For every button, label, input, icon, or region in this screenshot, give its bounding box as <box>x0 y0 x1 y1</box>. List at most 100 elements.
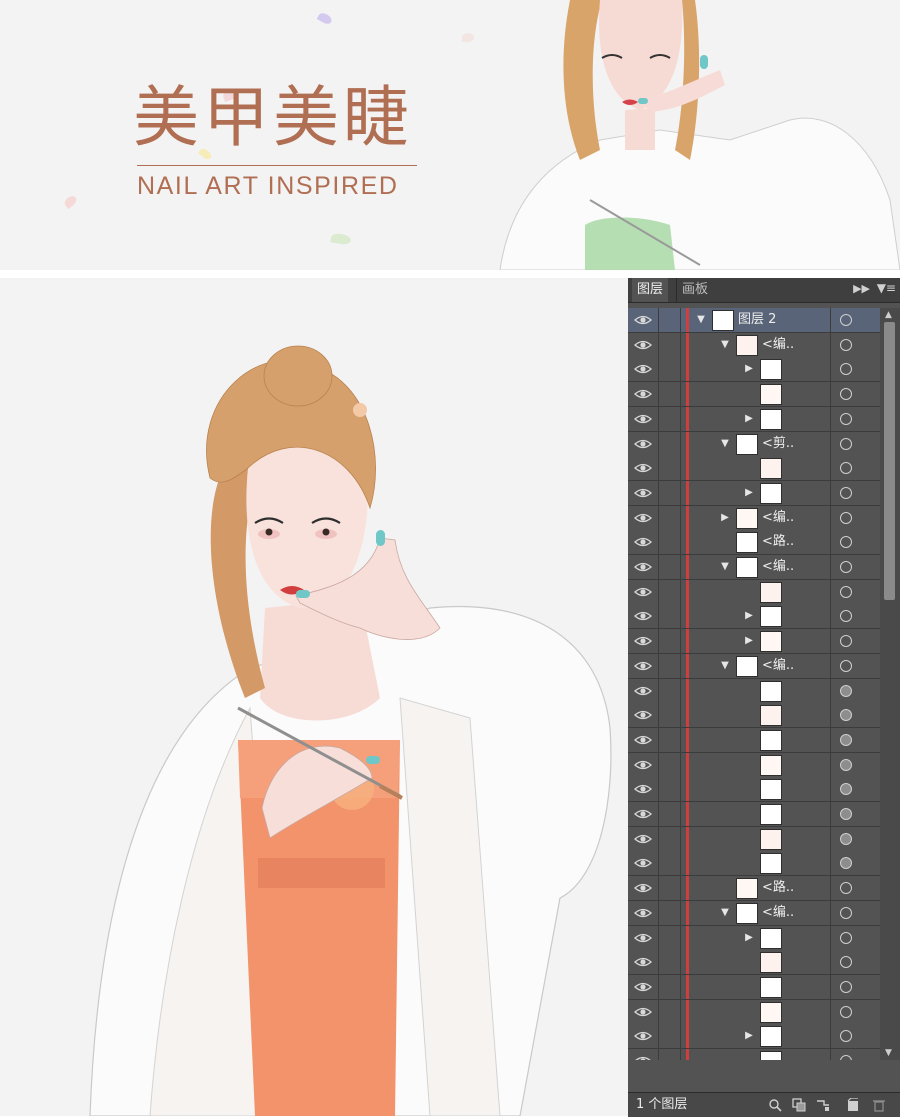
visibility-eye-icon[interactable] <box>634 511 652 525</box>
target-circle-icon[interactable] <box>840 561 852 573</box>
visibility-eye-icon[interactable] <box>634 461 652 475</box>
visibility-eye-icon[interactable] <box>634 881 652 895</box>
visibility-eye-icon[interactable] <box>634 980 652 994</box>
visibility-eye-icon[interactable] <box>634 856 652 870</box>
layer-row[interactable]: ▶ <box>628 604 880 630</box>
target-circle-icon[interactable] <box>840 412 852 425</box>
visibility-eye-icon[interactable] <box>634 807 652 821</box>
layer-row[interactable] <box>628 579 880 605</box>
make-clip-mask-icon[interactable] <box>792 1098 806 1112</box>
target-circle-icon[interactable] <box>840 783 852 796</box>
layer-row[interactable]: ▼ <编.. <box>628 332 880 358</box>
visibility-eye-icon[interactable] <box>634 684 652 698</box>
layer-row[interactable] <box>628 752 880 778</box>
target-circle-icon[interactable] <box>840 980 852 993</box>
target-circle-icon[interactable] <box>840 808 852 820</box>
visibility-eye-icon[interactable] <box>634 955 652 969</box>
layer-row[interactable] <box>628 703 880 729</box>
visibility-eye-icon[interactable] <box>634 758 652 772</box>
expand-arrow-icon[interactable]: ▶ <box>744 487 754 499</box>
target-circle-icon[interactable] <box>840 610 852 623</box>
target-circle-icon[interactable] <box>840 857 852 870</box>
target-circle-icon[interactable] <box>840 314 852 326</box>
layer-row[interactable]: ▶ <box>628 480 880 506</box>
trash-icon[interactable] <box>872 1098 886 1112</box>
visibility-eye-icon[interactable] <box>634 832 652 846</box>
visibility-eye-icon[interactable] <box>634 338 652 352</box>
layer-row[interactable] <box>628 382 880 408</box>
layer-row[interactable] <box>628 727 880 753</box>
target-circle-icon[interactable] <box>840 585 852 598</box>
visibility-eye-icon[interactable] <box>634 708 652 722</box>
target-circle-icon[interactable] <box>840 1005 852 1018</box>
layer-row[interactable] <box>628 456 880 482</box>
layer-row[interactable]: ▶ <box>628 406 880 432</box>
target-circle-icon[interactable] <box>840 931 852 944</box>
sublayer-icon[interactable] <box>816 1098 830 1112</box>
target-circle-icon[interactable] <box>840 511 852 524</box>
layer-row[interactable] <box>628 826 880 852</box>
layer-row[interactable]: ▼ <编.. <box>628 555 880 580</box>
visibility-eye-icon[interactable] <box>634 782 652 796</box>
collapse-arrow-icon[interactable]: ▼ <box>720 660 730 672</box>
layer-row[interactable] <box>628 1049 880 1060</box>
layer-label[interactable]: 图层 2 <box>738 308 776 332</box>
expand-arrow-icon[interactable]: ▶ <box>720 512 730 524</box>
collapse-arrow-icon[interactable]: ▼ <box>720 561 730 573</box>
layer-row[interactable]: ▶ <box>628 1024 880 1050</box>
visibility-eye-icon[interactable] <box>634 313 652 327</box>
visibility-eye-icon[interactable] <box>634 634 652 648</box>
layer-row[interactable] <box>628 999 880 1025</box>
layer-label[interactable]: <路.. <box>762 530 794 554</box>
target-circle-icon[interactable] <box>840 363 852 376</box>
target-circle-icon[interactable] <box>840 709 852 722</box>
collapse-arrow-icon[interactable]: ▼ <box>696 314 706 326</box>
scroll-up-icon[interactable]: ▲ <box>885 310 892 320</box>
visibility-eye-icon[interactable] <box>634 733 652 747</box>
visibility-eye-icon[interactable] <box>634 1029 652 1043</box>
visibility-eye-icon[interactable] <box>634 362 652 376</box>
target-circle-icon[interactable] <box>840 906 852 919</box>
target-circle-icon[interactable] <box>840 758 852 771</box>
expand-arrow-icon[interactable]: ▶ <box>744 635 754 647</box>
expand-arrow-icon[interactable]: ▶ <box>744 1030 754 1042</box>
layer-row[interactable]: ▼ <剪.. <box>628 431 880 457</box>
layer-row[interactable]: ▼ <编.. <box>628 653 880 679</box>
layer-row[interactable]: ▶ <box>628 357 880 383</box>
visibility-eye-icon[interactable] <box>634 585 652 599</box>
target-circle-icon[interactable] <box>840 684 852 697</box>
layer-row[interactable]: ▶ <编.. <box>628 505 880 531</box>
layer-row[interactable]: ▶ <box>628 629 880 655</box>
layer-row[interactable]: ▼ 图层 2 <box>628 308 880 333</box>
scrollbar[interactable]: ▲ ▼ <box>880 308 900 1060</box>
layer-label[interactable]: <路.. <box>762 876 794 900</box>
expand-arrow-icon[interactable]: ▶ <box>744 610 754 622</box>
target-circle-icon[interactable] <box>840 536 852 549</box>
visibility-eye-icon[interactable] <box>634 931 652 945</box>
panel-menu-icon[interactable]: ▼≡ <box>877 281 896 295</box>
target-circle-icon[interactable] <box>840 338 852 351</box>
target-circle-icon[interactable] <box>840 1030 852 1043</box>
new-layer-icon[interactable] <box>846 1098 860 1112</box>
layer-label[interactable]: <编.. <box>762 654 794 678</box>
target-circle-icon[interactable] <box>840 635 852 648</box>
visibility-eye-icon[interactable] <box>634 535 652 549</box>
visibility-eye-icon[interactable] <box>634 1005 652 1019</box>
double-arrow-icon[interactable]: ▶▶ <box>853 282 870 295</box>
scroll-thumb[interactable] <box>884 322 895 600</box>
scroll-down-icon[interactable]: ▼ <box>885 1048 892 1058</box>
target-circle-icon[interactable] <box>840 486 852 499</box>
target-circle-icon[interactable] <box>840 1055 852 1060</box>
visibility-eye-icon[interactable] <box>634 387 652 401</box>
visibility-eye-icon[interactable] <box>634 609 652 623</box>
expand-arrow-icon[interactable]: ▶ <box>744 363 754 375</box>
visibility-eye-icon[interactable] <box>634 486 652 500</box>
layer-row[interactable] <box>628 950 880 976</box>
tab-layers[interactable]: 图层 <box>632 278 669 302</box>
visibility-eye-icon[interactable] <box>634 1054 652 1060</box>
expand-arrow-icon[interactable]: ▶ <box>744 413 754 425</box>
target-circle-icon[interactable] <box>840 437 852 450</box>
layer-row[interactable] <box>628 802 880 827</box>
layer-row[interactable]: <路.. <box>628 876 880 902</box>
target-circle-icon[interactable] <box>840 956 852 969</box>
